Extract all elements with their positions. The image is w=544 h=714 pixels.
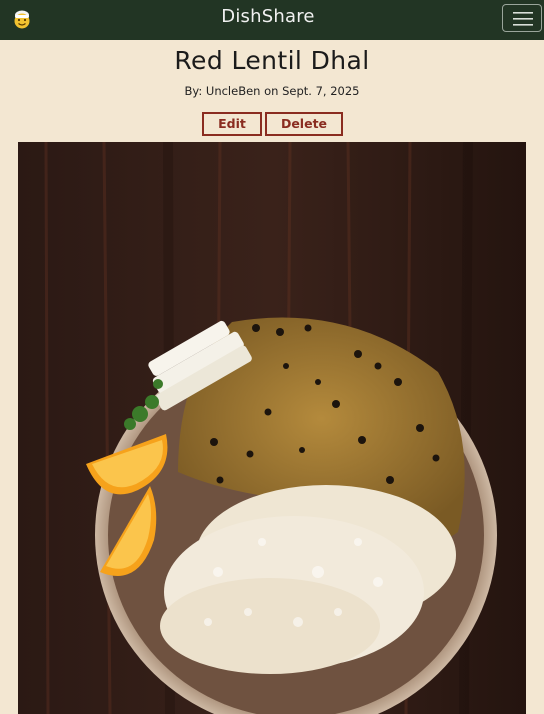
navbar: DishShare xyxy=(0,0,544,40)
hamburger-icon xyxy=(513,12,533,26)
page-title: Red Lentil Dhal xyxy=(174,46,370,75)
edit-button[interactable]: Edit xyxy=(202,112,262,136)
menu-toggle-button[interactable] xyxy=(502,4,542,32)
recipe-byline: By: UncleBen on Sept. 7, 2025 xyxy=(184,84,360,98)
delete-button[interactable]: Delete xyxy=(265,112,343,136)
recipe-photo xyxy=(18,142,526,714)
brand-name[interactable]: DishShare xyxy=(0,6,536,27)
